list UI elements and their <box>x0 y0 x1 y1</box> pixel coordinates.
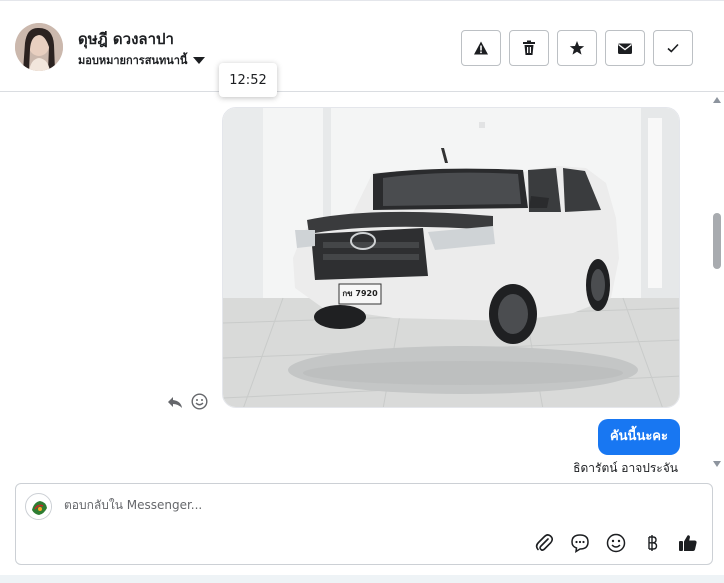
shared-photo-pickup-truck[interactable]: กข 7920 <box>222 107 680 408</box>
attachment-icon[interactable] <box>532 531 556 555</box>
message-actions <box>167 393 208 414</box>
reply-input[interactable] <box>64 498 664 512</box>
scroll-up-arrow-icon[interactable] <box>713 97 721 103</box>
envelope-icon <box>618 43 632 54</box>
emoji-icon[interactable] <box>604 531 628 555</box>
star-icon <box>569 41 585 55</box>
delete-button[interactable] <box>509 30 549 66</box>
page-avatar <box>25 493 52 520</box>
composer-toolbar <box>532 531 700 555</box>
conversation-toolbar <box>461 30 693 66</box>
reply-composer <box>15 483 713 565</box>
timestamp-tooltip: 12:52 <box>219 63 277 97</box>
mark-unread-button[interactable] <box>605 30 645 66</box>
assign-label: มอบหมายการสนทนานี้ <box>78 54 188 67</box>
message-thread[interactable]: กข 7920 คันนี้นะคะ ธิดารัตน์ อาจประจัน <box>0 93 710 475</box>
warning-icon <box>474 41 488 55</box>
page-footer-strip <box>0 575 724 583</box>
contact-name[interactable]: ดุษฎี ดวงลาปา <box>78 27 174 51</box>
conversation-header: ดุษฎี ดวงลาปา มอบหมายการสนทนานี้ <box>0 0 724 92</box>
check-icon <box>667 43 679 53</box>
report-button[interactable] <box>461 30 501 66</box>
thumbs-up-icon[interactable] <box>676 531 700 555</box>
trash-icon <box>523 40 535 55</box>
license-plate: กข 7920 <box>342 289 378 298</box>
react-emoji-icon[interactable] <box>191 393 208 414</box>
baht-payment-icon[interactable] <box>640 531 664 555</box>
star-button[interactable] <box>557 30 597 66</box>
saved-replies-icon[interactable] <box>568 531 592 555</box>
outgoing-message-bubble[interactable]: คันนี้นะคะ <box>597 419 680 455</box>
sender-name: ธิดารัตน์ อาจประจัน <box>573 461 678 475</box>
assign-conversation-dropdown[interactable]: มอบหมายการสนทนานี้ <box>78 51 206 69</box>
mark-done-button[interactable] <box>653 30 693 66</box>
chevron-down-icon <box>193 56 206 64</box>
reply-icon[interactable] <box>167 394 183 413</box>
contact-avatar[interactable] <box>15 23 63 71</box>
scrollbar-thumb[interactable] <box>713 213 721 269</box>
thread-scrollbar[interactable] <box>711 93 724 475</box>
scroll-down-arrow-icon[interactable] <box>713 461 721 467</box>
